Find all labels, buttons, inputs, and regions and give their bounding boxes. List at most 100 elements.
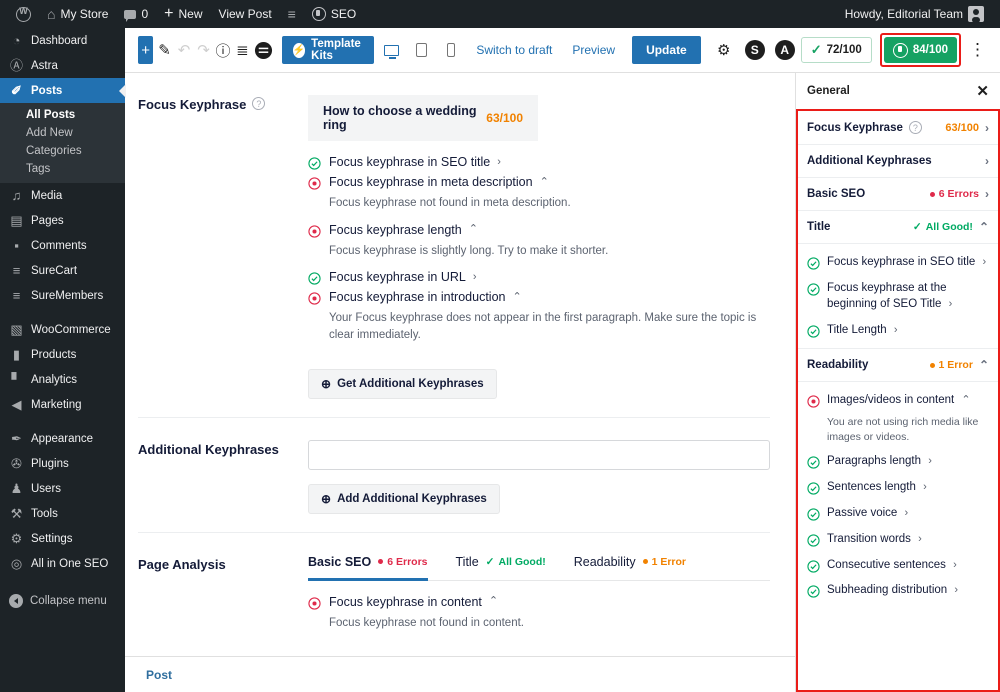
check-row[interactable]: Focus keyphrase in URL ›: [308, 270, 770, 285]
desktop-preview-icon[interactable]: [377, 36, 405, 64]
check-text: Title Length: [827, 323, 887, 336]
sidebar-label: Comments: [31, 239, 87, 252]
sidebar-item-settings[interactable]: ⚙ Settings: [0, 526, 125, 551]
panel-section-title[interactable]: Title ✓ All Good! ⌃: [798, 211, 998, 244]
sidebar-item-analytics[interactable]: ▘ Analytics: [0, 367, 125, 392]
adminbar-new-content[interactable]: New: [156, 0, 210, 28]
submenu-item-categories[interactable]: Categories: [0, 142, 125, 160]
panel-section-additional-keyphrases[interactable]: Additional Keyphrases ›: [798, 145, 998, 178]
redo-icon[interactable]: ↷: [195, 35, 211, 65]
kebab-menu-icon[interactable]: ⋮: [963, 41, 992, 58]
panel-check-item[interactable]: Focus keyphrase at the beginning of SEO …: [807, 276, 989, 318]
sidebar-item-plugins[interactable]: ✇ Plugins: [0, 451, 125, 476]
status-error-icon: [308, 292, 321, 305]
check-row[interactable]: Focus keyphrase in content ⌃: [308, 595, 770, 610]
collapse-menu-button[interactable]: Collapse menu: [0, 588, 125, 613]
tab-basic-seo[interactable]: Basic SEO 6 Errors: [308, 555, 428, 581]
help-icon[interactable]: ?: [252, 97, 266, 110]
panel-check-item[interactable]: Transition words ›: [807, 527, 989, 553]
panel-check-item[interactable]: Consecutive sentences ›: [807, 553, 989, 579]
sidebar-item-all-in-one-seo[interactable]: ◎ All in One SEO: [0, 551, 125, 576]
add-block-button[interactable]: +: [138, 36, 154, 64]
close-icon[interactable]: ✕: [976, 84, 989, 99]
panel-header: General ✕: [796, 73, 1000, 109]
panel-check-item[interactable]: Sentences length ›: [807, 475, 989, 501]
sidebar-item-pages[interactable]: ▤ Pages: [0, 208, 125, 233]
template-kits-button[interactable]: ⚡ Template Kits: [281, 36, 375, 64]
sidebar-item-astra[interactable]: Ⓐ Astra: [0, 53, 125, 78]
switch-to-draft-button[interactable]: Switch to draft: [467, 43, 561, 57]
tab-readability[interactable]: Readability 1 Error: [574, 555, 686, 580]
pencil-tool-icon[interactable]: ✎: [156, 35, 172, 65]
document-info-icon[interactable]: ⓘ: [215, 35, 231, 65]
sidebar-label: Users: [31, 482, 62, 495]
panel-section-readability[interactable]: Readability 1 Error ⌃: [798, 349, 998, 383]
view-post-label: View Post: [218, 7, 272, 21]
status-dot-icon: [929, 362, 935, 368]
add-additional-keyphrases-button[interactable]: ⊕ Add Additional Keyphrases: [308, 483, 500, 514]
sidebar-item-media[interactable]: ♫ Media: [0, 183, 125, 208]
sidebar-item-woocommerce[interactable]: ▧ WooCommerce: [0, 317, 125, 342]
adminbar-seo[interactable]: SEO: [304, 0, 364, 28]
adminbar-comments[interactable]: 0: [116, 0, 156, 28]
submenu-item-add-new[interactable]: Add New: [0, 124, 125, 142]
check-row[interactable]: Focus keyphrase in meta description ⌃: [308, 175, 770, 190]
panel-check-item[interactable]: Title Length ›: [807, 318, 989, 344]
adminbar-account[interactable]: Howdy, Editorial Team: [837, 0, 992, 28]
keyphrase-header[interactable]: How to choose a wedding ring 63/100: [308, 95, 538, 141]
sidebar-item-posts[interactable]: ✐ Posts: [0, 78, 125, 103]
astra-badge-icon[interactable]: A: [774, 40, 795, 60]
sidebar-item-appearance[interactable]: ✒ Appearance: [0, 426, 125, 451]
editor-main-column: + ✎ ↶ ↷ ⓘ ≣ ⚡ Template Kits Switch to dr…: [125, 28, 1000, 692]
adminbar-wp-logo[interactable]: [8, 0, 39, 28]
sidebar-item-suremembers[interactable]: ≡ SureMembers: [0, 283, 125, 308]
adminbar-site-name[interactable]: My Store: [39, 0, 116, 28]
sidebar-item-users[interactable]: ♟ Users: [0, 476, 125, 501]
section-badge: 6 Errors: [929, 188, 979, 200]
settings-gear-icon[interactable]: ⚙: [709, 35, 739, 65]
check-row[interactable]: Focus keyphrase length ⌃: [308, 223, 770, 238]
tab-badge-label: All Good!: [498, 555, 546, 568]
check-row[interactable]: Focus keyphrase in introduction ⌃: [308, 290, 770, 305]
check-label: Images/videos in content ⌃: [827, 393, 971, 409]
sidebar-item-surecart[interactable]: ≡ SureCart: [0, 258, 125, 283]
panel-check-item[interactable]: Paragraphs length ›: [807, 449, 989, 475]
bolt-icon: ⚡: [292, 42, 306, 58]
submenu-item-tags[interactable]: Tags: [0, 160, 125, 178]
panel-section-focus-keyphrase[interactable]: Focus Keyphrase ? 63/100 ›: [798, 111, 998, 145]
sidebar-item-products[interactable]: ▮ Products: [0, 342, 125, 367]
tab-title[interactable]: Title ✓ All Good!: [456, 555, 546, 580]
chevron-up-icon: ⌃: [961, 394, 971, 407]
undo-icon[interactable]: ↶: [176, 35, 192, 65]
panel-highlight-outline: Focus Keyphrase ? 63/100 › Additional Ke…: [796, 109, 1000, 692]
sidebar-item-dashboard[interactable]: ◔ Dashboard: [0, 28, 125, 53]
sidebar-item-tools[interactable]: ⚒ Tools: [0, 501, 125, 526]
preview-button[interactable]: Preview: [563, 43, 624, 57]
check-text: Consecutive sentences: [827, 558, 946, 571]
adminbar-view-post[interactable]: View Post: [211, 0, 280, 28]
submenu-item-all-posts[interactable]: All Posts: [0, 106, 125, 124]
sidebar-item-marketing[interactable]: ◀ Marketing: [0, 392, 125, 417]
seo-score-left-badge[interactable]: ✓ 72/100: [800, 37, 872, 63]
section-name: Basic SEO: [807, 188, 866, 200]
list-view-icon[interactable]: ≣: [234, 35, 250, 65]
update-button[interactable]: Update: [632, 36, 701, 64]
tab-badge-label: 6 Errors: [387, 555, 428, 568]
tablet-preview-icon[interactable]: [407, 36, 435, 64]
panel-section-basic-seo[interactable]: Basic SEO 6 Errors ›: [798, 178, 998, 211]
mobile-preview-icon[interactable]: [437, 36, 465, 64]
breadcrumb[interactable]: Post: [146, 668, 172, 682]
check-row[interactable]: Focus keyphrase in SEO title ›: [308, 155, 770, 170]
adminbar-surecart[interactable]: [280, 0, 304, 28]
additional-keyphrases-input[interactable]: [308, 439, 770, 470]
sidebar-item-comments[interactable]: ▪ Comments: [0, 233, 125, 258]
aioseo-score-button[interactable]: 84/100: [883, 37, 958, 63]
panel-check-item[interactable]: Focus keyphrase in SEO title ›: [807, 250, 989, 276]
help-icon[interactable]: ?: [908, 121, 922, 134]
panel-check-item[interactable]: Subheading distribution ›: [807, 578, 989, 604]
panel-check-item[interactable]: Passive voice ›: [807, 501, 989, 527]
panel-check-item[interactable]: Images/videos in content ⌃: [807, 388, 989, 414]
elementor-icon[interactable]: [254, 35, 273, 65]
surecart-badge-icon[interactable]: S: [744, 40, 765, 60]
get-additional-keyphrases-button[interactable]: ⊕ Get Additional Keyphrases: [308, 368, 497, 399]
